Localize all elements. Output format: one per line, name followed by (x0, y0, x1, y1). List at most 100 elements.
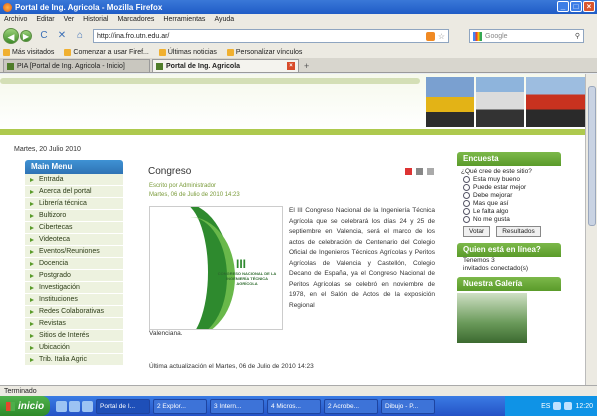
radio-icon[interactable] (463, 207, 470, 215)
menu-item-instituciones[interactable]: Instituciones (25, 294, 123, 306)
header-banner (0, 74, 585, 129)
poll-option-label: Puede estar mejor (473, 183, 527, 191)
poll-title: Encuesta (457, 152, 561, 166)
tab-close-icon[interactable]: × (287, 62, 295, 70)
quicklaunch-icon[interactable] (69, 400, 80, 412)
tray-icon[interactable] (564, 402, 573, 410)
poll-option[interactable]: Debe mejorar (457, 191, 561, 199)
menu-item-revistas[interactable]: Revistas (25, 318, 123, 330)
radio-icon[interactable] (463, 199, 470, 207)
menu-item-libreria[interactable]: Librería técnica (25, 198, 123, 210)
tractor-image (526, 77, 585, 127)
home-icon[interactable]: ⌂ (73, 29, 87, 43)
status-bar: Terminado (0, 385, 597, 396)
tab-portal[interactable]: Portal de Ing. Agricola × (152, 59, 299, 72)
menu-item-docencia[interactable]: Docencia (25, 258, 123, 270)
bookmark-item[interactable]: Últimas noticias (158, 49, 217, 56)
start-button[interactable]: inicio (0, 396, 50, 416)
menu-item-videoteca[interactable]: Videoteca (25, 234, 123, 246)
language-indicator[interactable]: ES (541, 403, 550, 410)
reload-icon[interactable]: C (37, 29, 51, 43)
quicklaunch-icon[interactable] (82, 400, 93, 412)
menu-item-redes[interactable]: Redes Colaborativas (25, 306, 123, 318)
radio-icon[interactable] (463, 215, 470, 223)
bookmark-icon (3, 49, 10, 56)
menu-item-acerca[interactable]: Acerca del portal (25, 186, 123, 198)
menu-item-eventos[interactable]: Eventos/Reuniones (25, 246, 123, 258)
forward-button[interactable]: ▶ (20, 30, 32, 42)
gallery-image[interactable] (457, 293, 527, 343)
menu-item-cibertecas[interactable]: Cibertecas (25, 222, 123, 234)
radio-icon[interactable] (463, 191, 470, 199)
bookmark-label: Personalizar vínculos (235, 49, 303, 56)
menu-item-postgrado[interactable]: Postgrado (25, 270, 123, 282)
poll-option-label: Esta muy bueno (473, 175, 520, 183)
system-tray: ES 12:20 (505, 396, 597, 416)
main-menu: Main Menu Entrada Acerca del portal Libr… (25, 160, 123, 366)
close-button[interactable]: × (583, 1, 595, 12)
poll-option[interactable]: No me gusta (457, 215, 561, 223)
stop-icon[interactable]: ✕ (55, 29, 69, 43)
page-date: Martes, 20 Julio 2010 (14, 146, 81, 153)
menu-editar[interactable]: Editar (36, 16, 54, 23)
results-button[interactable]: Resultados (496, 226, 541, 237)
menu-ayuda[interactable]: Ayuda (214, 16, 234, 23)
poll-question: ¿Qué cree de este sitio? (461, 168, 532, 175)
online-count: Tenemos 3 (463, 257, 495, 264)
url-bar[interactable]: http://ina.fro.utn.edu.ar/ ☆ (93, 29, 449, 43)
bookmark-label: Últimas noticias (167, 49, 217, 56)
menu-item-entrada[interactable]: Entrada (25, 174, 123, 186)
taskbar-button[interactable]: Portal de I... (96, 398, 150, 414)
poll-option[interactable]: Esta muy bueno (457, 175, 561, 183)
tray-icon[interactable] (553, 402, 562, 410)
search-input[interactable]: Google ⚲ (469, 29, 584, 43)
new-tab-button[interactable]: + (304, 61, 309, 71)
email-icon[interactable] (427, 168, 434, 175)
favicon-icon (156, 62, 163, 70)
taskbar-button[interactable]: 3 Intern... (210, 398, 264, 414)
web-page: Martes, 20 Julio 2010 Main Menu Entrada … (0, 74, 585, 385)
bookmark-item[interactable]: Comenzar a usar Firef... (64, 49, 149, 56)
scrollbar-thumb[interactable] (588, 86, 596, 226)
article-author: Escrito por Administrador (149, 183, 217, 189)
search-icon[interactable]: ⚲ (575, 32, 580, 40)
minimize-button[interactable]: _ (557, 1, 569, 12)
menu-marcadores[interactable]: Marcadores (117, 16, 154, 23)
menu-item-sitios[interactable]: Sitios de Interés (25, 330, 123, 342)
menu-herramientas[interactable]: Herramientas (163, 16, 205, 23)
bookmark-item[interactable]: Personalizar vínculos (226, 49, 303, 56)
maximize-button[interactable]: □ (570, 1, 582, 12)
congress-poster-image: III CONGRESO NACIONAL DE LA INGENIERÍA T… (149, 206, 283, 330)
poll-option[interactable]: Le falta algo (457, 207, 561, 215)
window-buttons: _ □ × (557, 1, 595, 12)
poll-option[interactable]: Mas que así (457, 199, 561, 207)
vertical-scrollbar[interactable] (585, 74, 597, 385)
menu-ver[interactable]: Ver (64, 16, 75, 23)
back-button[interactable]: ◀ (3, 28, 19, 44)
bookmarks-toolbar: Más visitados Comenzar a usar Firef... Ú… (0, 47, 597, 58)
radio-icon[interactable] (463, 183, 470, 191)
bookmark-item[interactable]: Más visitados (3, 49, 54, 56)
bookmark-star-icon[interactable]: ☆ (438, 32, 445, 41)
poll-option[interactable]: Puede estar mejor (457, 183, 561, 191)
tab-pia[interactable]: PIA [Portal de Ing. Agricola - Inicio] (3, 59, 150, 72)
menu-item-trib-italia[interactable]: Trib. Italia Agric (25, 354, 123, 366)
menu-archivo[interactable]: Archivo (4, 16, 27, 23)
taskbar-button[interactable]: 4 Micros... (267, 398, 321, 414)
rss-icon[interactable] (425, 31, 435, 41)
menu-item-bultizoro[interactable]: Bultizoro (25, 210, 123, 222)
menu-historial[interactable]: Historial (83, 16, 108, 23)
taskbar-button[interactable]: 2 Explor... (153, 398, 207, 414)
bookmark-label: Más visitados (12, 49, 55, 56)
menu-item-investigacion[interactable]: Investigación (25, 282, 123, 294)
radio-icon[interactable] (463, 175, 470, 183)
taskbar-button[interactable]: Dibujo - P... (381, 398, 435, 414)
vote-button[interactable]: Votar (463, 226, 491, 237)
firefox-icon (3, 2, 12, 12)
print-icon[interactable] (416, 168, 423, 175)
taskbar-button[interactable]: 2 Acrobe... (324, 398, 378, 414)
pdf-icon[interactable] (405, 168, 412, 175)
menu-item-ubicacion[interactable]: Ubicación (25, 342, 123, 354)
quicklaunch-icon[interactable] (56, 400, 67, 412)
gallery-module: Nuestra Galería (457, 277, 561, 343)
